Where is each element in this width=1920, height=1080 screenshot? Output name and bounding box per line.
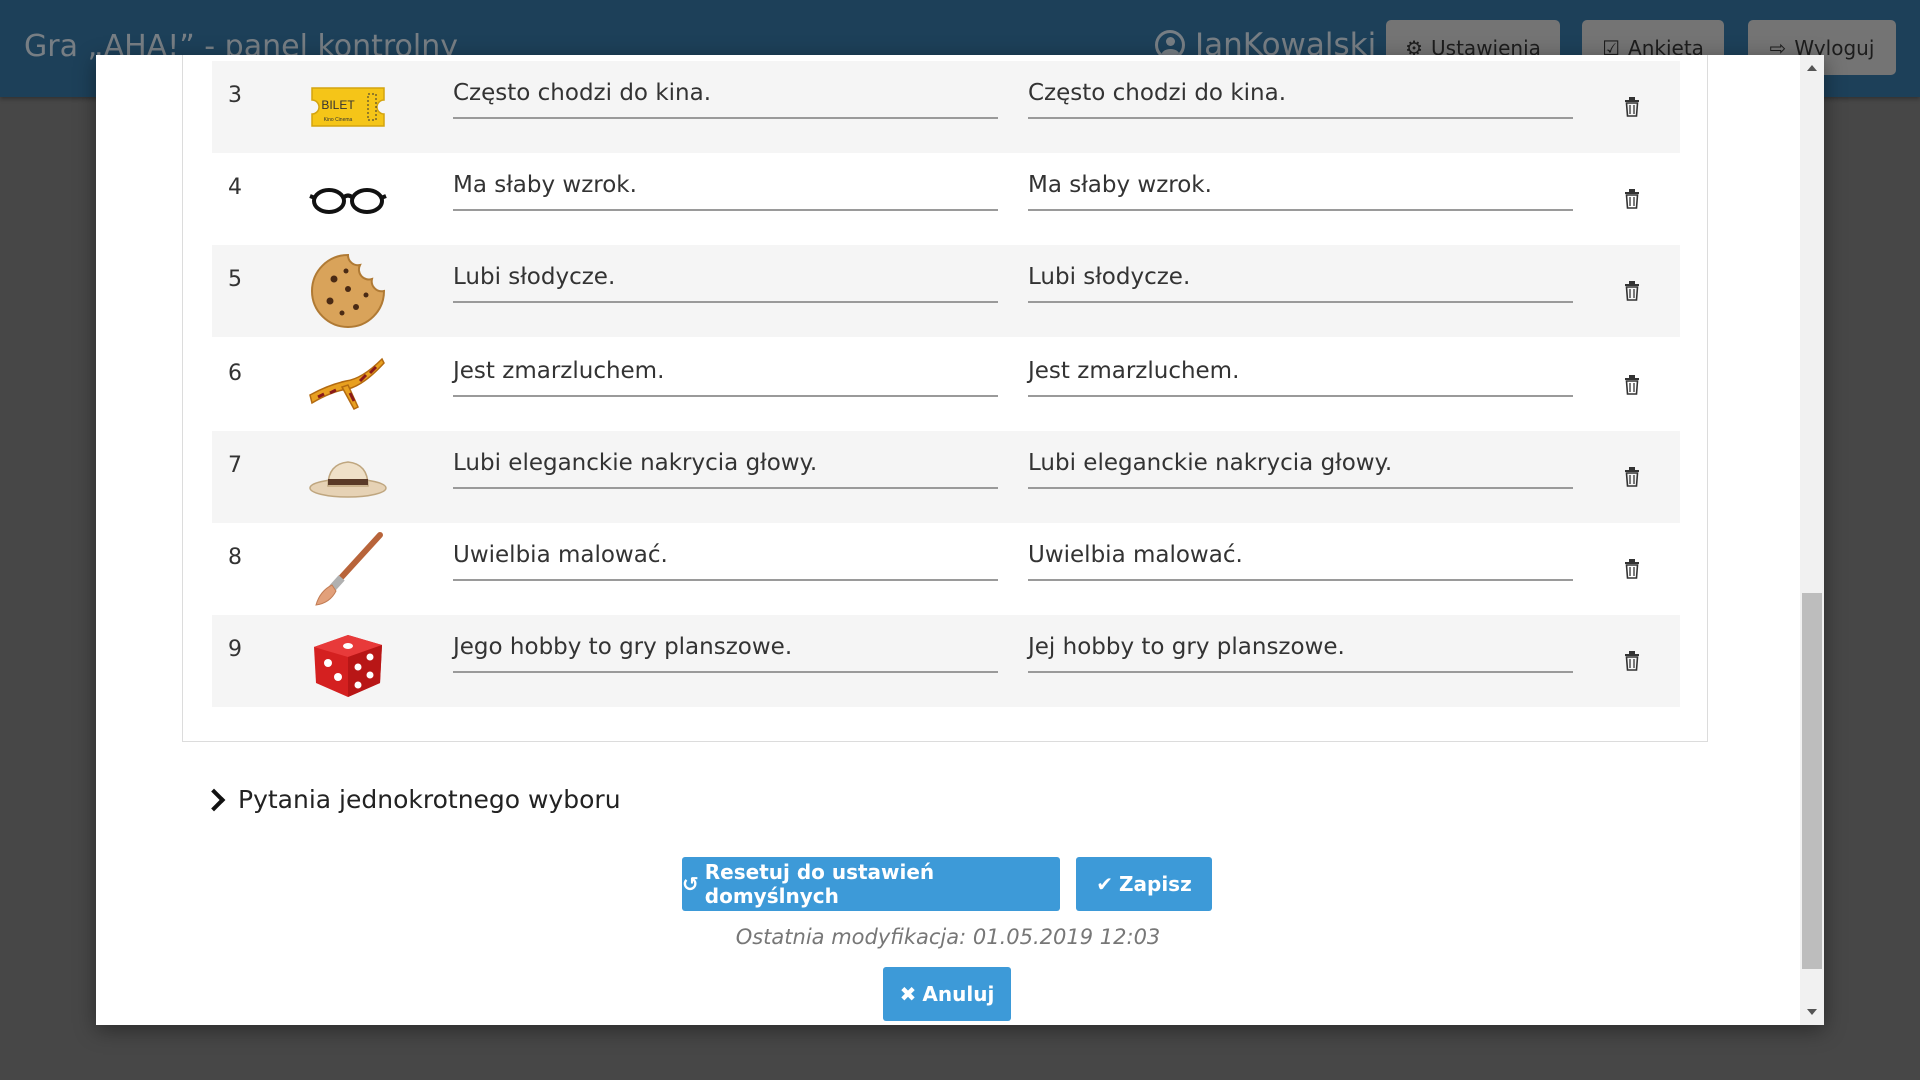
trash-icon[interactable] — [1624, 97, 1640, 117]
hat-icon — [308, 437, 388, 517]
row-number: 3 — [228, 83, 242, 108]
table-row: 5 Lubi słodycze. Lubi słodycze. — [212, 245, 1680, 337]
cookie-icon — [308, 251, 388, 331]
row-number: 7 — [228, 453, 242, 478]
trash-icon[interactable] — [1624, 375, 1640, 395]
row-number: 8 — [228, 545, 242, 570]
save-button[interactable]: ✔ Zapisz — [1076, 857, 1212, 911]
male-text-input[interactable]: Często chodzi do kina. — [453, 71, 998, 119]
single-choice-section-toggle[interactable]: Pytania jednokrotnego wyboru — [202, 785, 621, 814]
trash-icon[interactable] — [1624, 559, 1640, 579]
reset-icon: ↺ — [682, 872, 699, 896]
row-number: 5 — [228, 267, 242, 292]
section-label: Pytania jednokrotnego wyboru — [238, 785, 621, 814]
scroll-up-arrow-icon[interactable] — [1807, 65, 1817, 71]
ticket-icon: BILET Kino Cinema — [308, 67, 388, 147]
row-number: 4 — [228, 175, 242, 200]
scroll-down-arrow-icon[interactable] — [1807, 1009, 1817, 1015]
table-row: 3 BILET Kino Cinema Często chodzi do kin… — [212, 61, 1680, 153]
cancel-button[interactable]: ✖ Anuluj — [883, 967, 1011, 1021]
female-text-input[interactable]: Lubi eleganckie nakrycia głowy. — [1028, 441, 1573, 489]
ticket-text: BILET — [321, 98, 355, 112]
save-label: Zapisz — [1119, 872, 1192, 896]
chevron-right-icon — [202, 788, 226, 811]
reset-label: Resetuj do ustawień domyślnych — [704, 860, 935, 908]
male-text-input[interactable]: Uwielbia malować. — [453, 533, 998, 581]
close-icon: ✖ — [899, 982, 917, 1006]
reset-button[interactable]: ↺ Resetuj do ustawień domyślnych — [682, 857, 1060, 911]
male-text-input[interactable]: Jest zmarzluchem. — [453, 349, 998, 397]
modal-scrollbar[interactable] — [1800, 55, 1824, 1025]
settings-modal: 3 BILET Kino Cinema Często chodzi do kin… — [96, 55, 1824, 1025]
table-row: 9 Jego hobby to gry planszowe. Jej hobby… — [212, 615, 1680, 707]
row-number: 6 — [228, 361, 242, 386]
trash-icon[interactable] — [1624, 189, 1640, 209]
ticket-subtext: Kino Cinema — [324, 117, 353, 123]
female-text-input[interactable]: Jej hobby to gry planszowe. — [1028, 625, 1573, 673]
female-text-input[interactable]: Ma słaby wzrok. — [1028, 163, 1573, 211]
paintbrush-icon — [308, 529, 388, 609]
trash-icon[interactable] — [1624, 467, 1640, 487]
trash-icon[interactable] — [1624, 651, 1640, 671]
last-modified-text: Ostatnia modyfikacja: 01.05.2019 12:03 — [735, 925, 1161, 949]
female-text-input[interactable]: Często chodzi do kina. — [1028, 71, 1573, 119]
scrollbar-thumb[interactable] — [1802, 593, 1822, 969]
male-text-input[interactable]: Lubi eleganckie nakrycia głowy. — [453, 441, 998, 489]
male-text-input[interactable]: Jego hobby to gry planszowe. — [453, 625, 998, 673]
trash-icon[interactable] — [1624, 281, 1640, 301]
table-row: 6 Jest zmarzluchem. Jest zmarzluchem. — [212, 339, 1680, 431]
table-row: 4 Ma słaby wzrok. Ma słaby wzrok. — [212, 153, 1680, 245]
cancel-label: Anuluj — [922, 982, 995, 1006]
scarf-icon — [308, 345, 388, 425]
glasses-icon — [308, 159, 388, 239]
male-text-input[interactable]: Lubi słodycze. — [453, 255, 998, 303]
table-row: 8 Uwielbia malować. Uwielbia malować. — [212, 523, 1680, 615]
table-row: 7 Lubi eleganckie nakrycia głowy. Lubi e… — [212, 431, 1680, 523]
female-text-input[interactable]: Uwielbia malować. — [1028, 533, 1573, 581]
male-text-input[interactable]: Ma słaby wzrok. — [453, 163, 998, 211]
female-text-input[interactable]: Lubi słodycze. — [1028, 255, 1573, 303]
check-icon: ✔ — [1096, 872, 1114, 896]
dice-icon — [308, 621, 388, 701]
female-text-input[interactable]: Jest zmarzluchem. — [1028, 349, 1573, 397]
row-number: 9 — [228, 637, 242, 662]
